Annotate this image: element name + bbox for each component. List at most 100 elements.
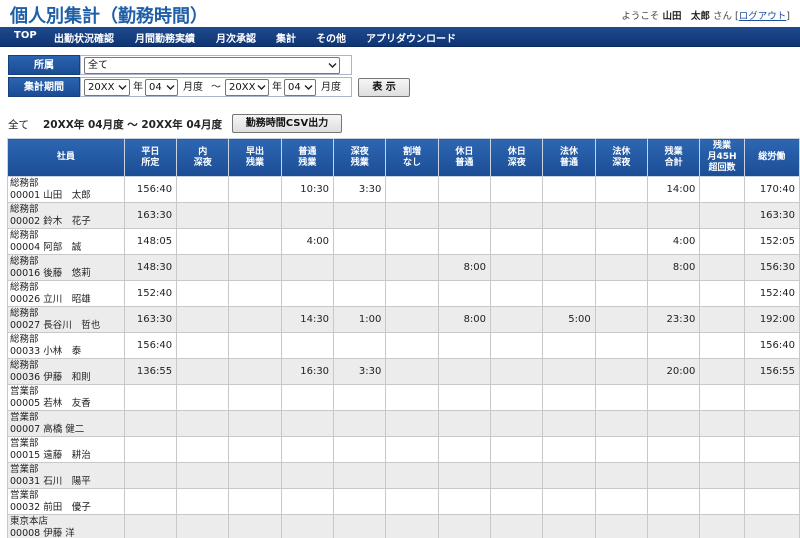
table-cell: 136:55 [123, 358, 178, 385]
table-cell: 3:30 [333, 358, 387, 385]
table-cell [699, 436, 745, 463]
table-cell [176, 514, 230, 538]
logout-link[interactable]: ログアウト [739, 11, 787, 22]
table-cell [437, 514, 492, 538]
table-cell [176, 228, 230, 255]
from-month-select[interactable]: 04 [145, 79, 178, 96]
table-cell [385, 228, 439, 255]
table-cell [437, 436, 492, 463]
table-cell [437, 202, 492, 229]
employee-cell: 総務部 00036 伊藤 和則 [7, 358, 125, 385]
table-cell [437, 410, 492, 437]
nav-monthly-approval[interactable]: 月次承認 [216, 30, 256, 45]
table-cell [123, 384, 178, 411]
column-header-label: 深夜 [612, 157, 631, 168]
table-cell [176, 332, 230, 359]
table-cell [743, 384, 800, 411]
table-cell [333, 228, 387, 255]
to-year-select[interactable]: 20XX [225, 79, 269, 96]
table-cell: 156:55 [743, 358, 800, 385]
column-header-label: 合計 [664, 157, 683, 168]
table-cell: 148:30 [123, 254, 178, 281]
chevron-down-icon [166, 81, 175, 94]
table-cell [385, 254, 439, 281]
nav-aggregate[interactable]: 集計 [276, 30, 296, 45]
column-header-label: 割増 [403, 146, 422, 157]
table-cell [385, 384, 439, 411]
table-cell [490, 176, 544, 203]
table-row: 総務部 00027 長谷川 哲也 163:30 14:30 1:00 8:00 5:00 23… [7, 306, 800, 333]
employee-cell: 総務部 00016 後藤 悠莉 [7, 254, 125, 281]
table-cell: 23:30 [647, 306, 701, 333]
table-cell [333, 462, 387, 489]
table-cell [333, 514, 387, 538]
table-cell [385, 202, 439, 229]
column-header: 休日 普通 [437, 138, 492, 177]
column-header-label: 残業 [298, 157, 317, 168]
employee-cell: 総務部 00033 小林 泰 [7, 332, 125, 359]
table-cell [647, 514, 701, 538]
table-cell [280, 436, 335, 463]
table-cell [594, 488, 649, 515]
employee-dept: 営業部 [10, 463, 39, 475]
table-cell: 152:05 [743, 228, 800, 255]
summary-line: 全て 20XX年 04月度 ～ 20XX年 04月度 [8, 117, 222, 132]
employee-dept: 総務部 [10, 333, 39, 345]
table-cell [437, 358, 492, 385]
table-cell [228, 332, 282, 359]
table-cell [333, 488, 387, 515]
to-month-unit: 月度 [321, 82, 341, 93]
table-cell [542, 280, 596, 307]
employee-name: 00016 後藤 悠莉 [10, 267, 91, 279]
table-cell: 156:40 [743, 332, 800, 359]
table-cell [280, 254, 335, 281]
work-hours-table: 社員 平日 所定内深夜 早出 残業 普通 残業 深夜 残業 割増 なし 休日 普通 休日 深夜 法休 普通 法休深… [7, 138, 800, 538]
column-header-label: 休日 [455, 146, 474, 157]
table-cell [699, 514, 745, 538]
employee-dept: 総務部 [10, 255, 39, 267]
table-cell [385, 462, 439, 489]
column-header: 深夜 残業 [333, 138, 387, 177]
table-cell [594, 332, 649, 359]
nav-monthly-record[interactable]: 月間勤務実績 [135, 30, 195, 45]
table-cell [176, 358, 230, 385]
to-month-select[interactable]: 04 [284, 79, 316, 96]
nav-attendance-status[interactable]: 出勤状況確認 [54, 30, 114, 45]
table-cell [594, 254, 649, 281]
table-cell: 156:30 [743, 254, 800, 281]
nav-app-download[interactable]: アプリダウンロード [366, 30, 456, 45]
table-cell [490, 306, 544, 333]
table-cell [280, 202, 335, 229]
employee-cell: 総務部 00004 阿部 誠 [7, 228, 125, 255]
column-header-label: 所定 [141, 157, 160, 168]
employee-dept: 営業部 [10, 437, 39, 449]
table-cell [176, 306, 230, 333]
table-cell [490, 228, 544, 255]
dept-label: 所属 [8, 55, 80, 75]
employee-dept: 営業部 [10, 385, 39, 397]
page-header: 個人別集計（勤務時間） ようこそ 山田 太郎 さん [ログアウト] [0, 0, 800, 27]
table-row: 営業部 00015 遠藤 耕治 [7, 436, 800, 463]
table-cell [280, 514, 335, 538]
csv-export-button[interactable]: 勤務時間CSV出力 [232, 114, 342, 133]
nav-top[interactable]: TOP [14, 30, 37, 41]
chevron-down-icon [304, 81, 313, 94]
dept-select[interactable]: 全て [84, 57, 340, 74]
show-button[interactable]: 表 示 [358, 78, 410, 97]
table-row: 営業部 00005 若林 友香 [7, 384, 800, 411]
table-cell [333, 436, 387, 463]
page-title: 個人別集計（勤務時間） [10, 6, 208, 27]
table-cell [542, 462, 596, 489]
table-cell [280, 410, 335, 437]
employee-name: 00026 立川 昭雄 [10, 293, 91, 305]
from-year-select[interactable]: 20XX [84, 79, 130, 96]
table-cell [123, 462, 178, 489]
table-cell [228, 280, 282, 307]
nav-other[interactable]: その他 [316, 30, 346, 45]
column-header: 割増 なし [385, 138, 439, 177]
table-cell [280, 462, 335, 489]
table-cell [228, 202, 282, 229]
column-header: 社員 [7, 138, 125, 177]
employee-name: 00015 遠藤 耕治 [10, 449, 91, 461]
table-cell [176, 202, 230, 229]
